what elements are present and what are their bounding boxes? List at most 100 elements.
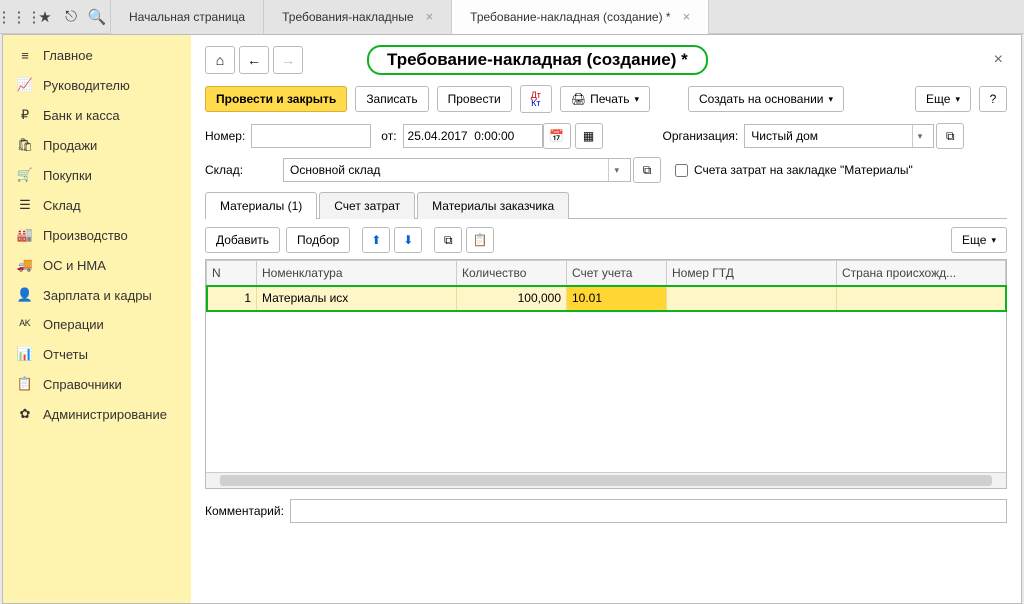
copy-button[interactable]: ⧉ — [434, 227, 462, 253]
tab-home[interactable]: Начальная страница — [110, 0, 264, 34]
close-form-button[interactable]: × — [990, 47, 1007, 73]
comment-label: Комментарий: — [205, 504, 284, 518]
cell-country[interactable] — [837, 286, 1006, 311]
pick-button[interactable]: Подбор — [286, 227, 350, 253]
sidebar-item-main[interactable]: ≡Главное — [3, 41, 191, 70]
page-title: Требование-накладная (создание) * — [367, 45, 708, 75]
help-button[interactable]: ? — [979, 86, 1007, 112]
truck-icon: 🚚 — [15, 257, 35, 273]
line-toolbar: Добавить Подбор ⬆ ⬇ ⧉ 📋 Еще▾ — [205, 227, 1007, 253]
cell-quantity[interactable]: 100,000 — [457, 286, 567, 311]
main-icon: ≡ — [15, 48, 35, 63]
tab-demands-list[interactable]: Требования-накладные× — [264, 0, 452, 34]
date-input[interactable] — [403, 124, 543, 148]
move-down-button[interactable]: ⬇ — [394, 227, 422, 253]
forward-button[interactable]: → — [273, 46, 303, 74]
document-form: ⌂ ← → Требование-накладная (создание) * … — [191, 35, 1021, 603]
col-nomenclature[interactable]: Номенклатура — [257, 261, 457, 286]
post-button[interactable]: Провести — [437, 86, 512, 112]
materials-table[interactable]: N Номенклатура Количество Счет учета Ном… — [206, 260, 1006, 311]
warehouse-combo[interactable]: Основной склад▾ — [283, 158, 631, 182]
sidebar-item-warehouse[interactable]: ☰Склад — [3, 190, 191, 220]
chevron-down-icon[interactable]: ▾ — [912, 125, 928, 147]
book-icon: 📋 — [15, 376, 35, 392]
col-account[interactable]: Счет учета — [567, 261, 667, 286]
shelf-icon: ☰ — [15, 197, 35, 213]
sidebar-item-sales[interactable]: 🛍Продажи — [3, 130, 191, 160]
comment-input[interactable] — [290, 499, 1007, 523]
table-row[interactable]: 1 Материалы исх 100,000 10.01 — [207, 286, 1006, 311]
cart-icon: 🛒 — [15, 167, 35, 183]
sidebar-item-reports[interactable]: 📊Отчеты — [3, 339, 191, 369]
close-icon[interactable]: × — [426, 9, 434, 24]
cell-account[interactable]: 10.01 — [567, 286, 667, 311]
sidebar-item-assets[interactable]: 🚚ОС и НМА — [3, 250, 191, 280]
paste-button[interactable]: 📋 — [466, 227, 494, 253]
col-gtd[interactable]: Номер ГТД — [667, 261, 837, 286]
materials-table-wrap: N Номенклатура Количество Счет учета Ном… — [205, 259, 1007, 489]
cell-gtd[interactable] — [667, 286, 837, 311]
history-icon[interactable]: ⎋ — [58, 4, 84, 30]
subtab-customer-materials[interactable]: Материалы заказчика — [417, 192, 569, 219]
post-and-close-button[interactable]: Провести и закрыть — [205, 86, 347, 112]
home-button[interactable]: ⌂ — [205, 46, 235, 74]
report-icon: 📊 — [15, 346, 35, 362]
move-up-button[interactable]: ⬆ — [362, 227, 390, 253]
col-country[interactable]: Страна происхожд... — [837, 261, 1006, 286]
col-n[interactable]: N — [207, 261, 257, 286]
close-icon[interactable]: × — [683, 9, 691, 24]
dk-icon: ᴬᴷ — [15, 317, 35, 332]
org-combo[interactable]: Чистый дом▾ — [744, 124, 934, 148]
sidebar-item-admin[interactable]: ✿Администрирование — [3, 399, 191, 429]
cell-n[interactable]: 1 — [207, 286, 257, 311]
number-label: Номер: — [205, 129, 245, 143]
cost-accounts-checkbox[interactable]: Счета затрат на закладке "Материалы" — [675, 163, 913, 177]
subtab-cost-account[interactable]: Счет затрат — [319, 192, 415, 219]
chevron-down-icon: ▾ — [991, 235, 996, 246]
star-icon[interactable]: ★ — [32, 4, 58, 30]
chevron-down-icon[interactable]: ▾ — [608, 159, 624, 181]
org-open-button[interactable]: ⧉ — [936, 123, 964, 149]
sidebar-item-manager[interactable]: 📈Руководителю — [3, 70, 191, 100]
cell-nomenclature[interactable]: Материалы исх — [257, 286, 457, 311]
dt-kt-button[interactable]: ДтКт — [520, 85, 552, 113]
more-button[interactable]: Еще▾ — [915, 86, 971, 112]
add-line-button[interactable]: Добавить — [205, 227, 280, 253]
sidebar-item-operations[interactable]: ᴬᴷОперации — [3, 310, 191, 339]
sidebar-item-purchases[interactable]: 🛒Покупки — [3, 160, 191, 190]
chevron-down-icon: ▾ — [634, 94, 639, 105]
factory-icon: 🏭 — [15, 227, 35, 243]
chevron-down-icon: ▾ — [955, 94, 960, 105]
subtab-materials[interactable]: Материалы (1) — [205, 192, 317, 219]
apps-icon[interactable]: ⋮⋮⋮ — [6, 4, 32, 30]
printer-icon: 🖨 — [571, 92, 586, 106]
search-icon[interactable]: 🔍 — [84, 4, 110, 30]
calendar-button[interactable]: 📅 — [543, 123, 571, 149]
back-button[interactable]: ← — [239, 46, 269, 74]
chart-icon: 📈 — [15, 77, 35, 93]
calendar-icon: 📅 — [549, 129, 564, 143]
sidebar-item-bank[interactable]: ₽Банк и касса — [3, 100, 191, 130]
top-tab-bar: ⋮⋮⋮ ★ ⎋ 🔍 Начальная страница Требования-… — [0, 0, 1024, 34]
chevron-down-icon: ▾ — [828, 94, 833, 105]
number-input[interactable] — [251, 124, 371, 148]
warehouse-open-button[interactable]: ⧉ — [633, 157, 661, 183]
line-more-button[interactable]: Еще▾ — [951, 227, 1007, 253]
page-icon: ▦ — [583, 129, 594, 143]
from-label: от: — [381, 129, 396, 143]
sidebar-item-production[interactable]: 🏭Производство — [3, 220, 191, 250]
scrollbar-thumb[interactable] — [220, 475, 992, 486]
col-quantity[interactable]: Количество — [457, 261, 567, 286]
create-based-button[interactable]: Создать на основании▾ — [688, 86, 844, 112]
sidebar-item-salary[interactable]: 👤Зарплата и кадры — [3, 280, 191, 310]
org-label: Организация: — [663, 129, 739, 143]
warehouse-label: Склад: — [205, 163, 277, 177]
action-toolbar: Провести и закрыть Записать Провести ДтК… — [205, 85, 1007, 113]
print-button[interactable]: 🖨Печать▾ — [560, 86, 650, 112]
tab-demand-create[interactable]: Требование-накладная (создание) *× — [452, 0, 709, 34]
write-button[interactable]: Записать — [355, 86, 428, 112]
sidebar-item-catalogs[interactable]: 📋Справочники — [3, 369, 191, 399]
person-icon: 👤 — [15, 287, 35, 303]
period-button[interactable]: ▦ — [575, 123, 603, 149]
h-scrollbar[interactable] — [206, 472, 1006, 488]
